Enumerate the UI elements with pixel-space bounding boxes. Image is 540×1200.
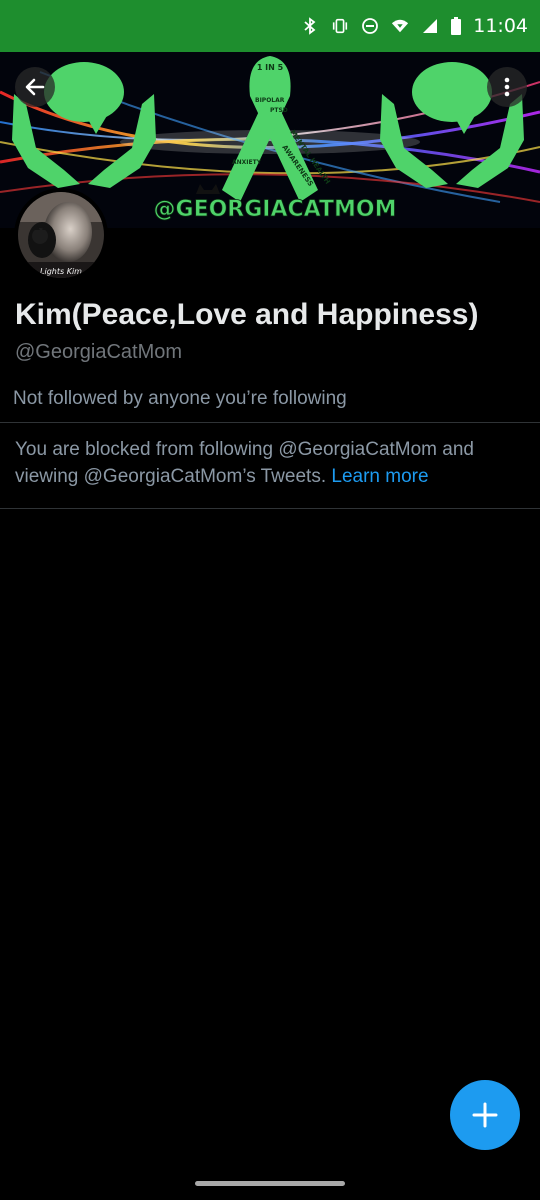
do-not-disturb-icon [361, 17, 379, 35]
plus-icon [472, 1102, 498, 1128]
status-time: 11:04 [473, 15, 528, 37]
ribbon-text-ptsd: PTSD [270, 107, 288, 114]
banner-watermark: @GEORGIACATMOM [154, 197, 397, 222]
profile-avatar[interactable]: Lights Kim [14, 188, 108, 282]
ribbon-text-anxiety: ANXIETY [232, 159, 262, 166]
blocked-notice: You are blocked from following @GeorgiaC… [15, 436, 525, 490]
more-options-button[interactable] [487, 67, 527, 107]
cellular-signal-icon [421, 17, 439, 35]
vibrate-icon [331, 17, 349, 35]
learn-more-link[interactable]: Learn more [331, 466, 428, 487]
divider [0, 422, 540, 423]
gesture-nav-handle[interactable] [195, 1181, 345, 1186]
battery-icon [451, 17, 462, 35]
more-vertical-icon [504, 77, 510, 97]
back-button[interactable] [15, 67, 55, 107]
status-bar: 11:04 [0, 0, 540, 52]
avatar-caption: Lights Kim [40, 267, 82, 276]
wifi-icon [391, 17, 409, 35]
profile-handle: @GeorgiaCatMom [15, 341, 183, 363]
bluetooth-icon [301, 17, 319, 35]
compose-tweet-button[interactable] [450, 1080, 520, 1150]
arrow-left-icon [25, 78, 45, 96]
follow-context: Not followed by anyone you’re following [13, 388, 347, 409]
divider [0, 508, 540, 509]
avatar-photo: Lights Kim [18, 192, 104, 278]
ribbon-text-1in5: 1 IN 5 [257, 63, 284, 72]
profile-display-name: Kim(Peace,Love and Happiness) [15, 298, 479, 331]
ribbon-text-bipolar: BIPOLAR [255, 97, 285, 104]
